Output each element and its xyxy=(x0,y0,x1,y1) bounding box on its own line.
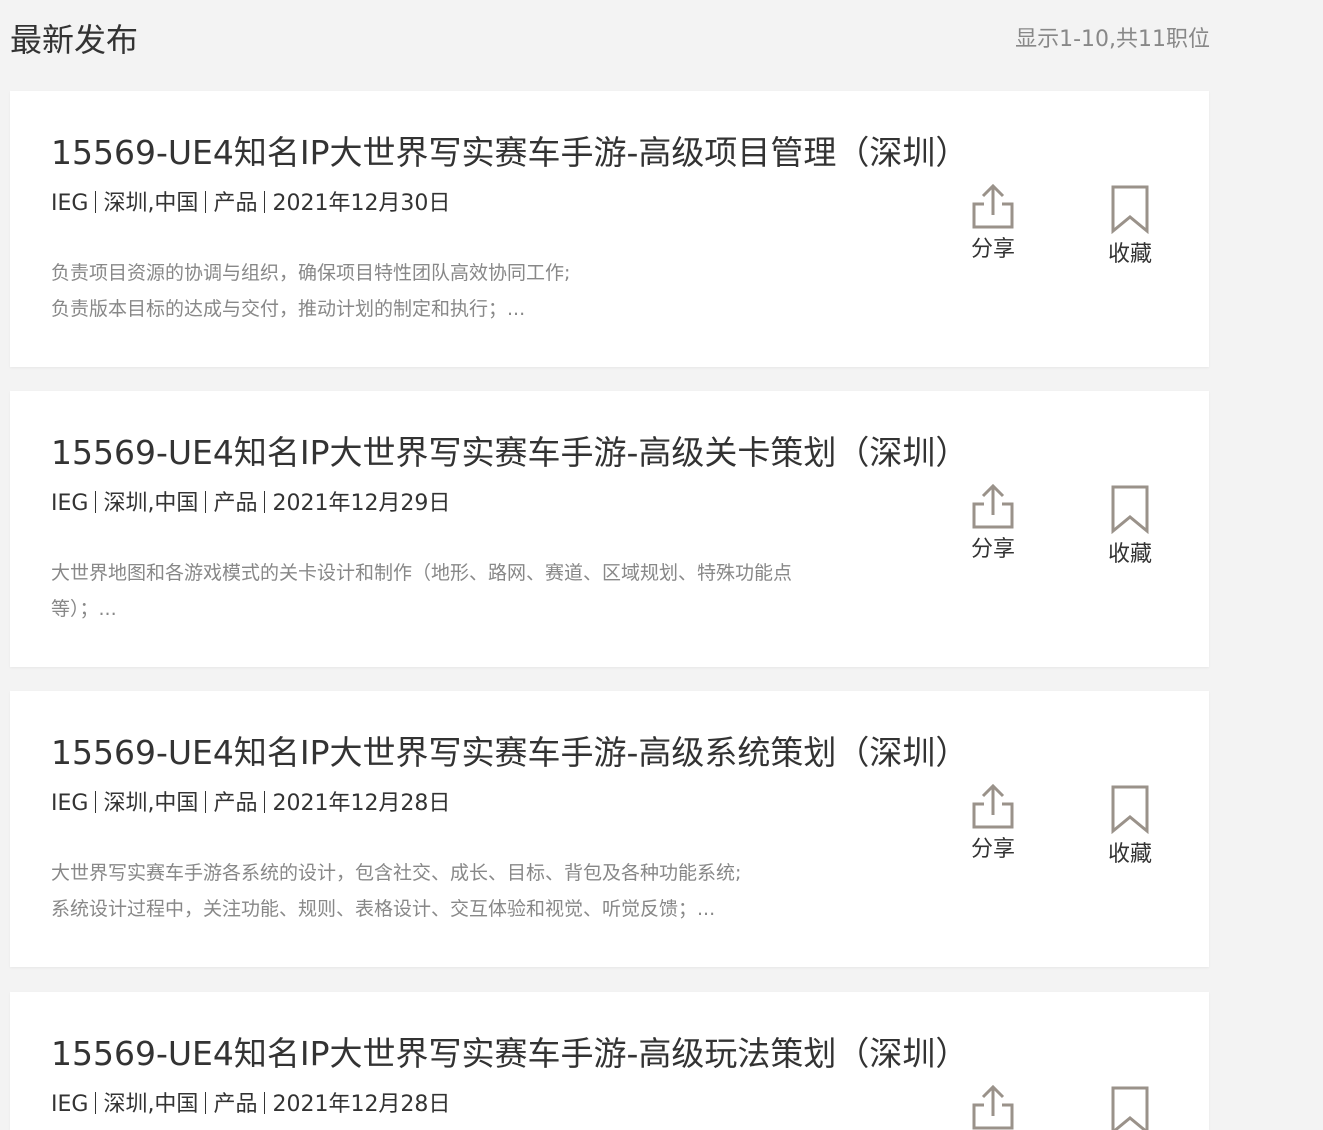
favorite-button[interactable]: 收藏 xyxy=(1090,184,1170,270)
description-line: 大世界写实赛车手游各系统的设计，包含社交、成长、目标、背包及各种功能系统; xyxy=(51,862,742,884)
job-date: 2021年12月30日 xyxy=(272,191,451,216)
favorite-button[interactable]: 收藏 xyxy=(1090,784,1170,870)
share-label: 分享 xyxy=(970,837,1015,862)
share-label: 分享 xyxy=(970,237,1015,262)
share-button[interactable]: 分享 xyxy=(953,183,1033,265)
job-date: 2021年12月28日 xyxy=(272,791,451,816)
job-card[interactable]: 15569-UE4知名IP大世界写实赛车手游-高级项目管理（深圳） IEG 深圳,… xyxy=(10,91,1209,367)
job-meta: IEG 深圳,中国 产品 2021年12月29日 xyxy=(51,487,450,521)
share-button[interactable]: 分享 xyxy=(953,783,1033,865)
meta-divider xyxy=(205,191,207,213)
job-title[interactable]: 15569-UE4知名IP大世界写实赛车手游-高级项目管理（深圳） xyxy=(51,129,968,177)
description-line: 大世界地图和各游戏模式的关卡设计和制作（地形、路网、赛道、区域规划、特殊功能点 xyxy=(51,562,793,584)
favorite-label: 收藏 xyxy=(1107,842,1152,867)
favorite-label: 收藏 xyxy=(1107,242,1152,267)
share-icon xyxy=(972,783,1014,829)
job-description: 负责项目资源的协调与组织，确保项目特性团队高效协同工作; 负责版本目标的达成与交… xyxy=(51,255,881,327)
meta-divider xyxy=(264,191,266,213)
job-dept: IEG xyxy=(51,191,89,216)
bookmark-icon xyxy=(1111,485,1149,534)
bookmark-icon xyxy=(1111,785,1149,834)
job-card[interactable]: 15569-UE4知名IP大世界写实赛车手游-高级系统策划（深圳） IEG 深圳,… xyxy=(10,691,1209,967)
bookmark-icon xyxy=(1111,1086,1149,1130)
job-location: 深圳,中国 xyxy=(103,791,199,816)
page-title: 最新发布 xyxy=(10,21,139,59)
job-title[interactable]: 15569-UE4知名IP大世界写实赛车手游-高级系统策划（深圳） xyxy=(51,729,968,777)
description-line: 负责版本目标的达成与交付，推动计划的制定和执行；... xyxy=(51,298,526,320)
favorite-button[interactable] xyxy=(1090,1085,1170,1130)
result-count: 显示1-10,共11职位 xyxy=(1015,27,1210,52)
job-location: 深圳,中国 xyxy=(103,191,199,216)
favorite-button[interactable]: 收藏 xyxy=(1090,484,1170,570)
share-icon xyxy=(972,183,1014,229)
job-date: 2021年12月29日 xyxy=(272,491,451,516)
list-header: 最新发布 显示1-10,共11职位 xyxy=(10,18,1210,62)
description-line: 系统设计过程中，关注功能、规则、表格设计、交互体验和视觉、听觉反馈；... xyxy=(51,898,716,920)
job-meta: IEG 深圳,中国 产品 2021年12月28日 xyxy=(51,787,450,821)
meta-divider xyxy=(205,491,207,513)
meta-divider xyxy=(95,191,97,213)
job-location: 深圳,中国 xyxy=(103,491,199,516)
card-clip xyxy=(10,992,1209,1130)
share-button[interactable]: 分享 xyxy=(953,483,1033,565)
meta-divider xyxy=(95,491,97,513)
job-dept: IEG xyxy=(51,491,89,516)
job-title[interactable]: 15569-UE4知名IP大世界写实赛车手游-高级关卡策划（深圳） xyxy=(51,429,968,477)
meta-divider xyxy=(95,791,97,813)
job-dept: IEG xyxy=(51,791,89,816)
description-line: 等）；... xyxy=(51,598,117,620)
favorite-label: 收藏 xyxy=(1107,542,1152,567)
job-card[interactable]: 15569-UE4知名IP大世界写实赛车手游-高级关卡策划（深圳） IEG 深圳,… xyxy=(10,391,1209,667)
job-category: 产品 xyxy=(213,791,258,816)
description-line: 负责项目资源的协调与组织，确保项目特性团队高效协同工作; xyxy=(51,262,571,284)
job-category: 产品 xyxy=(213,191,258,216)
share-icon xyxy=(972,483,1014,529)
job-description: 大世界写实赛车手游各系统的设计，包含社交、成长、目标、背包及各种功能系统; 系统… xyxy=(51,855,881,927)
bookmark-icon xyxy=(1111,185,1149,234)
job-card[interactable]: 15569-UE4知名IP大世界写实赛车手游-高级玩法策划（深圳） IEG 深圳,… xyxy=(10,992,1209,1130)
share-label: 分享 xyxy=(970,537,1015,562)
job-category: 产品 xyxy=(213,491,258,516)
meta-divider xyxy=(264,791,266,813)
meta-divider xyxy=(205,791,207,813)
share-button[interactable] xyxy=(953,1084,1033,1130)
job-meta: IEG 深圳,中国 产品 2021年12月30日 xyxy=(51,187,450,221)
share-icon xyxy=(972,1084,1014,1130)
meta-divider xyxy=(264,491,266,513)
job-description: 大世界地图和各游戏模式的关卡设计和制作（地形、路网、赛道、区域规划、特殊功能点 … xyxy=(51,555,881,627)
